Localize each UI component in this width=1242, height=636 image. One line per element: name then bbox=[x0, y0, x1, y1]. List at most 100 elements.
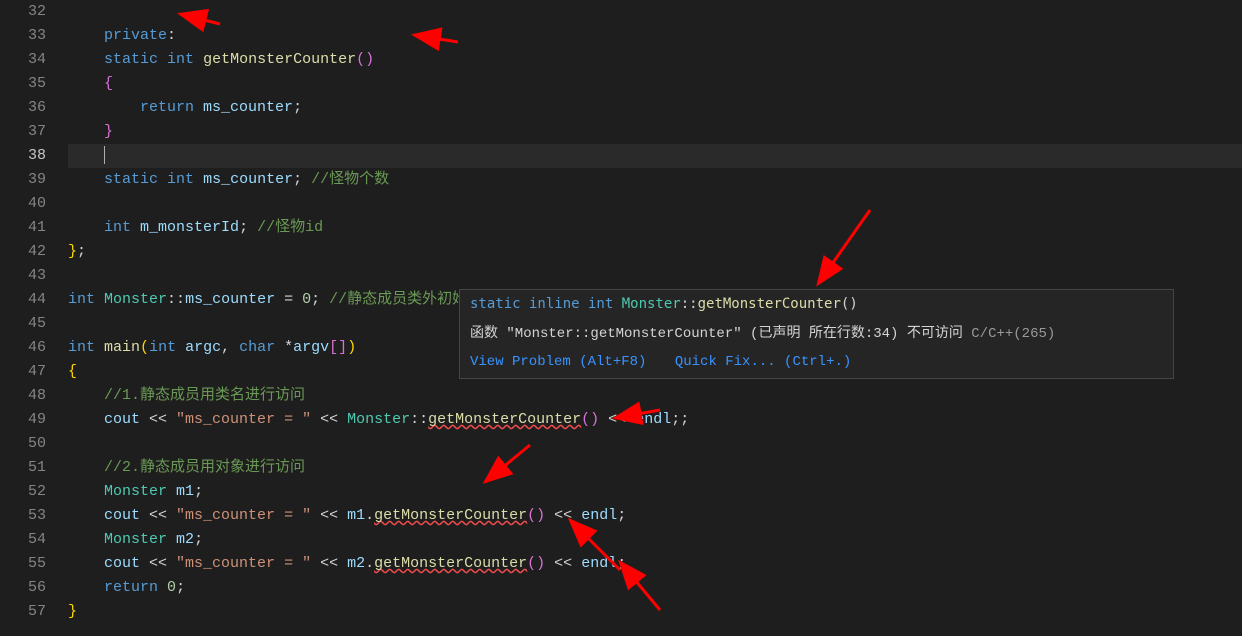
token-paren: ) bbox=[347, 339, 356, 356]
tooltip-actions: View Problem (Alt+F8) Quick Fix... (Ctrl… bbox=[460, 348, 1173, 378]
token-var: ms_counter bbox=[203, 99, 293, 116]
token-op: << bbox=[140, 555, 176, 572]
token-punc: : bbox=[167, 27, 176, 44]
line-number: 45 bbox=[0, 312, 46, 336]
line-number: 36 bbox=[0, 96, 46, 120]
code-line-current[interactable] bbox=[68, 144, 1242, 168]
token-brace: { bbox=[68, 363, 77, 380]
token-var: cout bbox=[104, 555, 140, 572]
line-number: 56 bbox=[0, 576, 46, 600]
token-type: char bbox=[239, 339, 275, 356]
line-number: 54 bbox=[0, 528, 46, 552]
token-string: "ms_counter = " bbox=[176, 555, 311, 572]
token-op: << bbox=[545, 507, 581, 524]
token-keyword: return bbox=[104, 579, 158, 596]
token-type: int bbox=[167, 51, 194, 68]
token-class: Monster bbox=[104, 531, 167, 548]
token-punc: , bbox=[221, 339, 239, 356]
token-type: int bbox=[68, 339, 95, 356]
token-keyword: return bbox=[140, 99, 194, 116]
line-number: 55 bbox=[0, 552, 46, 576]
token-punc: ; bbox=[176, 579, 185, 596]
line-number: 53 bbox=[0, 504, 46, 528]
token-paren: () bbox=[356, 51, 374, 68]
token-comment: //2.静态成员用对象进行访问 bbox=[104, 459, 305, 476]
line-number: 47 bbox=[0, 360, 46, 384]
token-op: << bbox=[140, 507, 176, 524]
line-number: 46 bbox=[0, 336, 46, 360]
token-var: argc bbox=[185, 339, 221, 356]
token-keyword: private bbox=[104, 27, 167, 44]
token-type: int bbox=[167, 171, 194, 188]
tooltip-msg-text: 函数 "Monster::getMonsterCounter" (已声明 所在行… bbox=[470, 326, 971, 342]
code-line[interactable]: cout << "ms_counter = " << Monster::getM… bbox=[68, 408, 1242, 432]
line-number: 50 bbox=[0, 432, 46, 456]
line-number: 49 bbox=[0, 408, 46, 432]
code-line[interactable]: private: bbox=[68, 24, 1242, 48]
token-paren: () bbox=[527, 507, 545, 524]
code-line[interactable]: } bbox=[68, 600, 1242, 624]
code-line[interactable] bbox=[68, 0, 1242, 24]
token-number: 0 bbox=[302, 291, 311, 308]
code-line[interactable] bbox=[68, 432, 1242, 456]
token-var: ms_counter bbox=[185, 291, 275, 308]
tooltip-sig-class: Monster bbox=[622, 296, 681, 312]
line-number-gutter: 32 33 34 35 36 37 38 39 40 41 42 43 44 4… bbox=[0, 0, 68, 636]
code-line[interactable]: cout << "ms_counter = " << m1.getMonster… bbox=[68, 504, 1242, 528]
code-line[interactable]: int m_monsterId; //怪物id bbox=[68, 216, 1242, 240]
tooltip-sig-fn: getMonsterCounter bbox=[698, 296, 841, 312]
code-line[interactable]: //1.静态成员用类名进行访问 bbox=[68, 384, 1242, 408]
token-string: "ms_counter = " bbox=[176, 507, 311, 524]
token-var: m2 bbox=[176, 531, 194, 548]
token-comment: //怪物个数 bbox=[311, 171, 389, 188]
token-class: Monster bbox=[104, 291, 167, 308]
token-function-error: getMonsterCounter bbox=[428, 411, 581, 428]
code-line[interactable]: return 0; bbox=[68, 576, 1242, 600]
token-op: << bbox=[311, 507, 347, 524]
code-line[interactable]: Monster m1; bbox=[68, 480, 1242, 504]
token-bracket: [] bbox=[329, 339, 347, 356]
line-number: 40 bbox=[0, 192, 46, 216]
code-line[interactable] bbox=[68, 192, 1242, 216]
code-line[interactable]: } bbox=[68, 120, 1242, 144]
tooltip-sig-post: () bbox=[841, 296, 858, 312]
quick-fix-link[interactable]: Quick Fix... (Ctrl+.) bbox=[675, 354, 851, 370]
token-punc: ; bbox=[194, 531, 203, 548]
line-number: 41 bbox=[0, 216, 46, 240]
code-line[interactable]: }; bbox=[68, 240, 1242, 264]
code-line[interactable]: static int getMonsterCounter() bbox=[68, 48, 1242, 72]
code-line[interactable]: //2.静态成员用对象进行访问 bbox=[68, 456, 1242, 480]
token-keyword: static bbox=[104, 51, 158, 68]
token-punc: ; bbox=[293, 99, 302, 116]
token-brace: { bbox=[104, 75, 113, 92]
view-problem-link[interactable]: View Problem (Alt+F8) bbox=[470, 354, 646, 370]
line-number: 52 bbox=[0, 480, 46, 504]
token-type: int bbox=[149, 339, 176, 356]
line-number: 42 bbox=[0, 240, 46, 264]
token-paren: () bbox=[581, 411, 599, 428]
token-op: << bbox=[140, 411, 176, 428]
line-number: 37 bbox=[0, 120, 46, 144]
token-punc: ; bbox=[617, 555, 626, 572]
token-var: m2 bbox=[347, 555, 365, 572]
code-line[interactable]: cout << "ms_counter = " << m2.getMonster… bbox=[68, 552, 1242, 576]
token-comment: //怪物id bbox=[257, 219, 323, 236]
token-punc: ; bbox=[311, 291, 320, 308]
token-var: m1 bbox=[347, 507, 365, 524]
code-line[interactable]: Monster m2; bbox=[68, 528, 1242, 552]
token-type: int bbox=[104, 219, 131, 236]
code-line[interactable]: static int ms_counter; //怪物个数 bbox=[68, 168, 1242, 192]
code-line[interactable]: { bbox=[68, 72, 1242, 96]
token-paren: () bbox=[527, 555, 545, 572]
token-punc: ; bbox=[239, 219, 248, 236]
token-brace: } bbox=[104, 123, 113, 140]
line-number: 35 bbox=[0, 72, 46, 96]
line-number: 43 bbox=[0, 264, 46, 288]
code-line[interactable] bbox=[68, 264, 1242, 288]
tooltip-sig-sep: :: bbox=[681, 296, 698, 312]
token-brace: } bbox=[68, 603, 77, 620]
token-var: ms_counter bbox=[203, 171, 293, 188]
line-number: 38 bbox=[0, 144, 46, 168]
code-line[interactable]: return ms_counter; bbox=[68, 96, 1242, 120]
line-number: 51 bbox=[0, 456, 46, 480]
